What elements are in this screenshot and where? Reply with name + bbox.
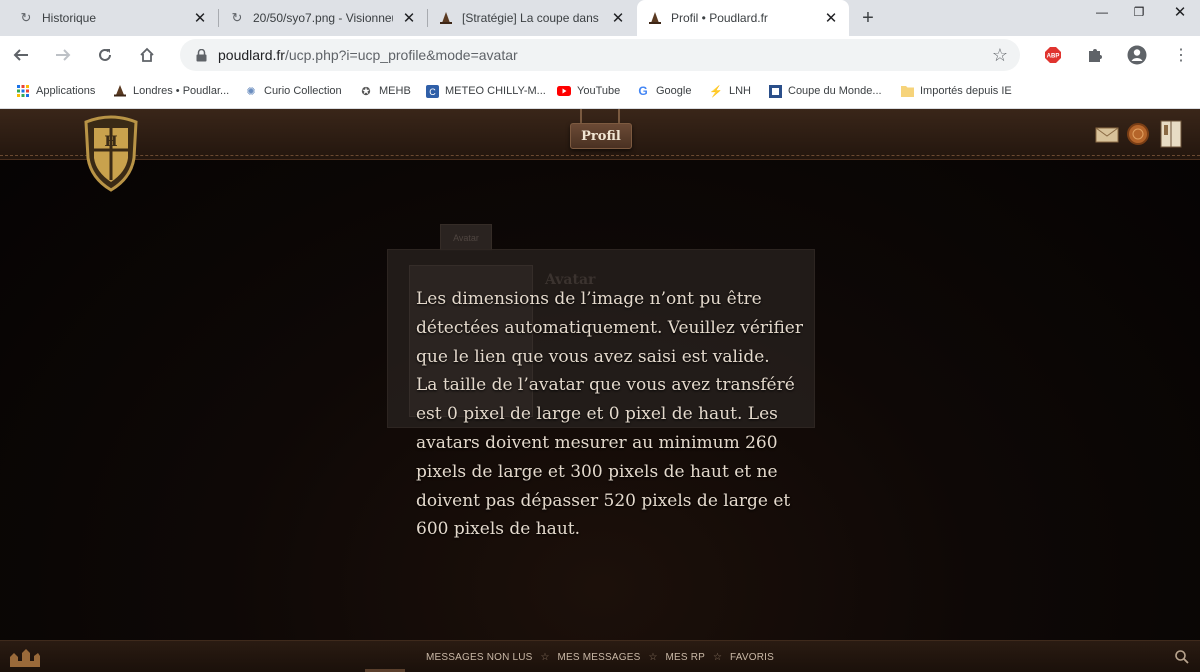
error-message-line-2: La taille de l’avatar que vous avez tran… [416,375,795,540]
bookmark-lnh[interactable]: ⚡ LNH [709,82,751,100]
bookmark-mehb[interactable]: ✪ MEHB [359,82,411,100]
wizard-hat-icon [647,10,663,26]
bookmark-label: Curio Collection [264,85,342,97]
home-icon[interactable] [134,42,160,68]
url-text: poudlard.fr/ucp.php?i=ucp_profile&mode=a… [218,47,518,63]
lock-icon [194,48,208,62]
address-bar[interactable]: poudlard.fr/ucp.php?i=ucp_profile&mode=a… [180,39,1020,71]
svg-text:H: H [104,134,117,150]
footer-links: MESSAGES NON LUS ☆ MES MESSAGES ☆ MES RP… [0,641,1200,672]
browser-tab-profil[interactable]: Profil • Poudlard.fr ✕ [637,0,849,36]
bookmark-youtube[interactable]: YouTube [557,82,620,100]
svg-text:C: C [429,87,436,97]
bookmark-londres[interactable]: Londres • Poudlar... [113,82,229,100]
browser-toolbar: poudlard.fr/ucp.php?i=ucp_profile&mode=a… [0,36,1200,74]
error-message-line-1: Les dimensions de l’image n’ont pu être … [416,289,803,367]
history-icon: ↻ [20,10,32,25]
google-icon: G [638,84,648,98]
reload-icon[interactable] [92,42,118,68]
bookmark-applications[interactable]: Applications [16,82,95,100]
bookmark-meteo[interactable]: C METEO CHILLY-M... [425,82,546,100]
adblock-icon[interactable]: ABP [1042,44,1064,66]
youtube-icon [557,84,571,98]
minimize-icon[interactable]: — [1084,0,1120,24]
envelope-icon[interactable] [1094,121,1120,147]
bookmark-label: Londres • Poudlar... [133,85,230,97]
curio-icon: ✺ [246,85,256,98]
wardrobe-icon[interactable] [1156,117,1186,149]
bookmark-coupe[interactable]: Coupe du Monde... [768,82,882,100]
browser-tab-visionneuse[interactable]: ↻ 20/50/syo7.png - Visionneuse ✕ [219,0,427,36]
url-path: /ucp.php?i=ucp_profile&mode=avatar [284,47,518,63]
bookmark-curio[interactable]: ✺ Curio Collection [244,82,342,100]
close-icon[interactable]: ✕ [821,8,841,28]
sign-rope [580,109,582,123]
webpage: Profil H Avatar Avatar Les dimensions de… [0,109,1200,672]
bookmark-importes[interactable]: Importés depuis IE [900,82,1012,100]
profile-icon[interactable] [1126,44,1148,66]
bookmark-star-icon[interactable]: ☆ [992,45,1008,66]
wizard-hat-icon [438,10,454,26]
footer-link-messages-non-lus[interactable]: MESSAGES NON LUS [426,652,533,663]
mehb-icon: ✪ [361,85,371,98]
wizard-hat-icon [113,84,127,98]
window-close-icon[interactable]: ✕ [1162,0,1198,24]
apps-grid-icon [16,84,30,98]
meteo-icon: C [425,84,439,98]
site-footer: MESSAGES NON LUS ☆ MES MESSAGES ☆ MES RP… [0,640,1200,672]
page-title: Profil [570,123,632,149]
bookmark-label: Applications [36,85,96,97]
close-icon[interactable]: ✕ [608,8,628,28]
tab-title: 20/50/syo7.png - Visionneuse [253,11,393,25]
bookmark-label: Importés depuis IE [920,85,1012,97]
tab-title: Historique [42,11,97,25]
svg-text:ABP: ABP [1047,54,1060,60]
forward-arrow-icon[interactable] [50,42,76,68]
star-separator-icon: ☆ [713,651,722,663]
bookmarks-bar: Applications Londres • Poudlar... ✺ Curi… [0,74,1200,109]
galleon-coin-icon[interactable] [1125,121,1151,147]
close-icon[interactable]: ✕ [399,8,419,28]
search-icon[interactable] [1174,649,1190,665]
bookmark-label: YouTube [577,85,621,97]
back-arrow-icon[interactable] [8,42,34,68]
bookmark-label: MEHB [379,85,411,97]
error-message: Les dimensions de l’image n’ont pu être … [416,285,816,544]
bookmark-label: Coupe du Monde... [788,85,882,97]
tab-title: Profil • Poudlard.fr [671,11,768,25]
footer-link-mes-rp[interactable]: MES RP [665,652,705,663]
site-header: Profil [0,109,1200,160]
star-separator-icon: ☆ [540,651,550,663]
new-tab-plus-icon[interactable]: + [856,6,880,30]
header-stitch [0,155,1200,156]
footer-link-favoris[interactable]: FAVORIS [730,652,774,663]
star-separator-icon: ☆ [648,651,658,663]
bookmark-label: LNH [729,85,752,97]
url-host: poudlard.fr [218,47,285,63]
hogwarts-crest-logo[interactable]: H [76,112,146,194]
image-viewer-icon: ↻ [231,10,243,25]
extensions-puzzle-icon[interactable] [1084,44,1106,66]
menu-kebab-icon[interactable]: ⋮ [1170,44,1192,66]
bookmark-label: Google [656,85,692,97]
sign-rope [618,109,620,123]
bookmark-label: METEO CHILLY-M... [445,85,546,97]
lnh-icon: ⚡ [709,85,723,98]
restore-icon[interactable]: ❐ [1121,0,1157,24]
browser-tab-strategie[interactable]: [Stratégie] La coupe dans nos m ✕ [428,0,636,36]
bookmark-google[interactable]: G Google [636,82,691,100]
browser-tabstrip: ↻ Historique ✕ ↻ 20/50/syo7.png - Vision… [0,0,1200,36]
close-icon[interactable]: ✕ [190,8,210,28]
avatar-tab[interactable]: Avatar [440,224,492,251]
tab-title: [Stratégie] La coupe dans nos m [462,11,602,25]
coupe-icon [768,84,782,98]
browser-tab-historique[interactable]: ↻ Historique ✕ [0,0,218,36]
folder-icon [900,84,914,98]
footer-link-mes-messages[interactable]: MES MESSAGES [558,652,641,663]
